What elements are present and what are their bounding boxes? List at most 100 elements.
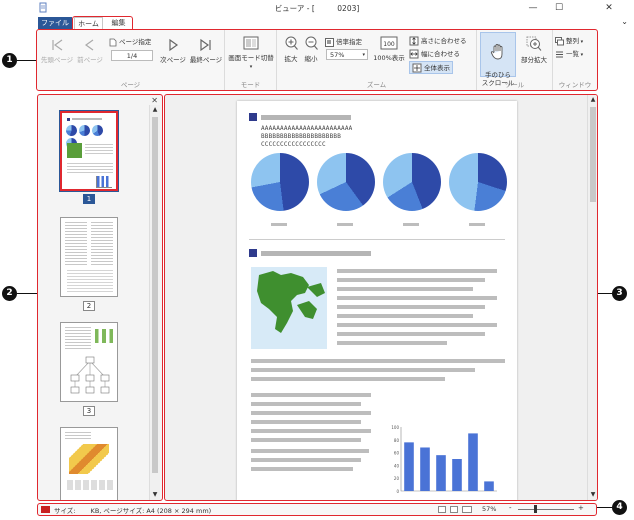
thumb-map: [67, 143, 82, 158]
chevron-down-icon: ▾: [362, 52, 365, 58]
close-button[interactable]: ✕: [596, 1, 622, 15]
list-label: 一覧: [566, 50, 579, 58]
text-line: [251, 402, 361, 406]
zoom-specify-icon: [325, 37, 334, 47]
scroll-up-icon[interactable]: ▲: [588, 95, 597, 105]
zoom-in-button[interactable]: 拡大: [281, 36, 301, 63]
zoom-in-label: 拡大: [284, 55, 298, 63]
zoom-out-button[interactable]: 縮小: [301, 36, 321, 63]
list-dropdown-icon: ▾: [579, 52, 584, 58]
scroll-down-icon[interactable]: ▼: [588, 490, 597, 500]
partial-zoom-button[interactable]: 部分拡大: [517, 36, 551, 64]
thumbnail-page[interactable]: [60, 322, 118, 402]
y-tick-label: 100: [391, 425, 399, 430]
bar-chart: 100 80 60 40 20 0: [391, 425, 497, 494]
first-page-label: 先頭ページ: [40, 56, 74, 64]
prev-page-button[interactable]: 前ページ: [76, 38, 104, 64]
fit-width-button[interactable]: 幅に合わせる: [409, 48, 460, 59]
last-page-button[interactable]: 最終ページ: [188, 38, 224, 64]
thumbnail-scroll-thumb[interactable]: [152, 117, 158, 473]
maximize-button[interactable]: ☐: [546, 1, 572, 15]
section-marker: [249, 113, 257, 121]
window-group: 整列 ▾ 一覧 ▾ ウィンドウ: [553, 30, 597, 90]
thumbnail-page[interactable]: [60, 217, 118, 297]
prev-page-icon: [84, 39, 94, 51]
scroll-down-icon[interactable]: ▼: [150, 490, 160, 500]
section-heading: [261, 251, 371, 256]
y-tick-label: 80: [394, 438, 400, 443]
two-page-view-icon[interactable]: [462, 506, 472, 513]
next-page-icon: [169, 38, 179, 52]
bar-2: [420, 447, 430, 491]
document-page: AAAAAAAAAAAAAAAAAAAAAAAA BBBBBBBBBBBBBBB…: [237, 101, 517, 500]
document-scrollbar[interactable]: ▲ ▼: [587, 95, 597, 500]
thumb-network-diagram: [70, 356, 110, 394]
minimize-button[interactable]: —: [520, 1, 546, 15]
callout-leader: [17, 60, 36, 61]
thumbnail-scrollbar[interactable]: ▲ ▼: [149, 105, 160, 500]
fit-height-icon: [409, 36, 419, 46]
mode-group: 画面モード切替 ▾ モード: [225, 30, 277, 90]
zoom-select[interactable]: 57% ▾: [326, 49, 368, 60]
text-line: [337, 305, 485, 309]
zoom-plus-button[interactable]: +: [578, 504, 584, 512]
page-specify-button[interactable]: ページ指定: [109, 36, 151, 47]
bar-5: [468, 433, 478, 491]
thumbnail-page[interactable]: [60, 111, 118, 191]
chart-axis: [400, 427, 497, 492]
thumbnail-pane: ✕ ▲ ▼ 1 2 3: [37, 94, 163, 501]
svg-text:100: 100: [383, 41, 395, 48]
callout-4: 4: [612, 500, 627, 515]
arrange-button[interactable]: 整列 ▾: [555, 35, 583, 46]
status-info: サイズ: KB, ページサイズ: A4 (208 × 294 mm): [54, 507, 212, 515]
continuous-view-icon[interactable]: [450, 506, 458, 513]
thumbnail-close-button[interactable]: ✕: [151, 96, 158, 105]
scroll-up-icon[interactable]: ▲: [150, 105, 160, 115]
thumbnail-page[interactable]: [60, 427, 118, 500]
page-line-b: BBBBBBBBBBBBBBBBBBBBB: [261, 133, 342, 140]
page-line-a: AAAAAAAAAAAAAAAAAAAAAAAA: [261, 125, 353, 132]
bar-3: [436, 455, 446, 491]
mode-group-label: モード: [240, 81, 261, 89]
hand-icon: [490, 44, 503, 60]
text-line: [337, 278, 485, 282]
zoom-out-icon: [305, 36, 318, 50]
fit-all-label: 全体表示: [424, 64, 450, 72]
pie-caption: [271, 223, 287, 226]
divider: [249, 239, 505, 240]
page-number-input[interactable]: 1/4: [111, 50, 153, 61]
document-scroll-thumb[interactable]: [590, 107, 596, 202]
text-line: [337, 287, 473, 291]
text-line: [337, 296, 497, 300]
hundred-percent-button[interactable]: 100 100%表示: [373, 36, 405, 62]
hundred-percent-label: 100%表示: [373, 54, 405, 62]
zoom-specify-button[interactable]: 倍率指定: [325, 36, 362, 47]
thumb-text: [65, 222, 87, 267]
pdf-icon: [41, 506, 50, 513]
zoom-slider[interactable]: [518, 505, 574, 513]
document-pane[interactable]: ▲ ▼ AAAAAAAAAAAAAAAAAAAAAAAA BBBBBBBBBBB…: [164, 94, 598, 501]
single-page-view-icon[interactable]: [438, 506, 446, 513]
zoom-slider-thumb[interactable]: [533, 505, 537, 513]
first-page-button[interactable]: 先頭ページ: [40, 38, 74, 64]
fit-height-button[interactable]: 高さに合わせる: [409, 35, 467, 46]
page-specify-icon: [109, 38, 117, 46]
list-button[interactable]: 一覧 ▾: [555, 48, 583, 59]
title-bar: ビューア - [ 0203] — ☐ ✕: [0, 0, 634, 16]
text-line: [337, 269, 497, 273]
tab-file[interactable]: ファイル: [38, 17, 72, 29]
thumbnail-page-number: 3: [83, 406, 95, 416]
next-page-button[interactable]: 次ページ: [156, 38, 190, 64]
ribbon-collapse-icon[interactable]: ⌄: [621, 17, 628, 26]
screen-mode-button[interactable]: 画面モード切替 ▾: [227, 36, 275, 70]
page-group-label: ページ: [120, 81, 141, 89]
zoom-in-icon: [285, 36, 298, 50]
y-tick-label: 40: [394, 463, 400, 468]
zoom-minus-button[interactable]: -: [509, 504, 512, 512]
pie-chart: [251, 153, 309, 211]
hundred-percent-icon: 100: [380, 36, 398, 50]
fit-all-button[interactable]: 全体表示: [409, 61, 453, 74]
zoom-group: 拡大 縮小 倍率指定 57% ▾ 100 100%表示 高さに合わせる 幅に合わ…: [277, 30, 477, 90]
pie-chart: [383, 153, 441, 211]
page-group: 先頭ページ 前ページ ページ指定 1/4 次ページ 最終ページ ページ: [37, 30, 225, 90]
